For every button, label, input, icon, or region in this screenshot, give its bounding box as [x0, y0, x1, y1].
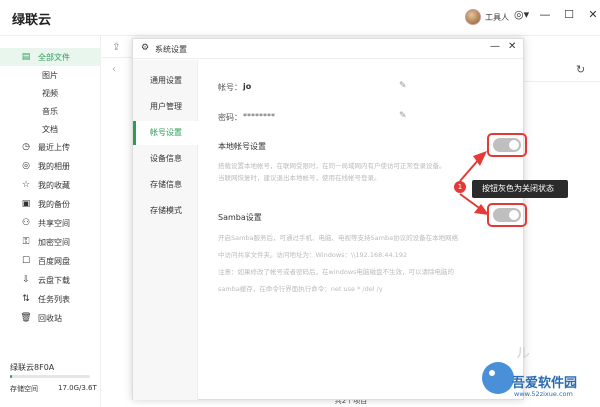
watermark-circle	[482, 362, 514, 394]
user-menu[interactable]: 工具人	[465, 9, 509, 25]
device-name: 绿联云8F0A	[10, 363, 55, 372]
storage-fill	[10, 375, 12, 378]
sidebar-item-videos[interactable]: 视频	[0, 84, 101, 102]
sidebar-item-shared[interactable]: ⚇ 共享空间	[0, 214, 101, 232]
sidebar-item-docs[interactable]: 文档	[0, 120, 101, 138]
dialog-title: 系统设置	[155, 45, 187, 54]
local-account-title: 本地帐号设置	[218, 142, 266, 151]
password-value: ********	[243, 112, 275, 121]
edit-password-icon[interactable]: ✎	[399, 111, 407, 121]
samba-toggle[interactable]	[493, 208, 521, 222]
account-label: 帐号：	[218, 83, 242, 92]
refresh-icon[interactable]: ↻	[576, 63, 585, 76]
toggle-knob	[509, 140, 519, 150]
samba-desc-4: samba缓存，在命令行界面执行命令：net use * /del /y	[218, 285, 383, 293]
clock-icon: ◷	[22, 142, 30, 152]
edit-account-icon[interactable]: ✎	[399, 81, 407, 91]
sidebar-item-backup[interactable]: ▣ 我的备份	[0, 195, 101, 213]
maximize-icon[interactable]: ☐	[562, 8, 576, 21]
account-settings-panel: 帐号： jo ✎ 密码： ******** ✎ 本地帐号设置 搭载设置本地帐号，…	[199, 60, 527, 400]
sidebar-item-download[interactable]: ⇩ 云盘下载	[0, 271, 101, 289]
storage-value: 17.0G/3.6T	[58, 384, 97, 392]
avatar[interactable]	[465, 9, 481, 25]
cloud-drive-icon: ☐	[21, 256, 31, 266]
annotation-tooltip: 按钮灰色为关闭状态	[472, 180, 568, 198]
gear-icon: ⚙	[141, 43, 150, 53]
dialog-minimize-icon[interactable]: —	[490, 41, 500, 52]
tab-device-info[interactable]: 设备信息	[133, 147, 198, 171]
samba-desc-3: 注意：如果修改了帐号或者密码后，在windows电脑磁盘不生效，可以请除电脑的	[218, 268, 455, 276]
minimize-icon[interactable]: —	[538, 8, 552, 21]
star-icon: ☆	[21, 180, 31, 190]
users-icon: ⚇	[21, 218, 31, 228]
backup-icon: ▣	[21, 199, 31, 209]
album-icon: ◎	[22, 161, 30, 171]
user-name[interactable]: 工具人	[485, 12, 509, 23]
local-account-desc-1: 搭载设置本地帐号，在联网受限时，在同一局域网内有户使访可正常登录设备。	[218, 162, 446, 170]
sidebar-item-tasks[interactable]: ⇅ 任务列表	[0, 290, 101, 308]
samba-title: Samba设置	[218, 213, 262, 222]
samba-desc-2: 中访问共享文件夹。访问地址为：Windows：\\192.168.44.192	[218, 251, 408, 259]
sidebar-item-trash[interactable]: 🗑 回收站	[0, 309, 101, 327]
app-title: 绿联云	[12, 13, 52, 28]
back-icon[interactable]: ‹	[112, 64, 116, 75]
sidebar-item-baidu[interactable]: ☐ 百度网盘	[0, 252, 101, 270]
download-icon: ⇩	[22, 275, 30, 285]
tab-storage-mode[interactable]: 存储模式	[133, 199, 198, 223]
toggle-knob	[509, 210, 519, 220]
document-icon: ▤	[21, 52, 31, 62]
close-icon[interactable]: ✕	[586, 8, 600, 21]
transfer-icon: ⇅	[22, 294, 30, 304]
watermark-eye	[489, 370, 495, 376]
sidebar-item-recent[interactable]: ◷ 最近上传	[0, 138, 101, 156]
settings-dialog: ⚙ 系统设置 — ✕ 通用设置 用户管理 帐号设置 设备信息 存储信息 存储模式…	[132, 38, 527, 400]
trash-icon: 🗑	[20, 313, 32, 323]
account-value: jo	[243, 82, 252, 91]
storage-label: 存储空间	[10, 385, 38, 393]
password-label: 密码：	[218, 113, 242, 122]
local-account-toggle[interactable]	[493, 138, 521, 152]
sidebar-item-music[interactable]: 音乐	[0, 102, 101, 120]
share-icon[interactable]: ⇪	[112, 42, 120, 53]
sidebar: ▤ 全部文件 图片 视频 音乐 文档 ◷ 最近上传 ◎ 我的相册 ☆ 我的收藏 ▣ 我的…	[0, 36, 101, 407]
sidebar-item-favorites[interactable]: ☆ 我的收藏	[0, 176, 101, 194]
watermark-faded: ル	[516, 346, 530, 362]
dialog-header: ⚙ 系统设置 — ✕	[133, 39, 523, 59]
main-right-toolbar	[524, 58, 600, 82]
lock-icon: ⚿	[22, 237, 30, 247]
sidebar-item-encrypted[interactable]: ⚿ 加密空间	[0, 233, 101, 251]
samba-desc-1: 开启Samba服务后，可通过手机、电脑、电视等支持Samba协议的设备在本地网络	[218, 234, 459, 242]
tab-account[interactable]: 帐号设置	[133, 121, 198, 145]
watermark-title: 吾爱软件园	[512, 376, 578, 391]
tab-users[interactable]: 用户管理	[133, 95, 198, 119]
tab-storage-info[interactable]: 存储信息	[133, 173, 198, 197]
sidebar-item-images[interactable]: 图片	[0, 66, 101, 84]
tab-general[interactable]: 通用设置	[133, 69, 198, 93]
settings-nav: 通用设置 用户管理 帐号设置 设备信息 存储信息 存储模式	[133, 60, 198, 400]
sidebar-item-album[interactable]: ◎ 我的相册	[0, 157, 101, 175]
dialog-close-icon[interactable]: ✕	[508, 41, 516, 52]
storage-bar	[10, 375, 90, 378]
watermark-url: www.52zixue.com	[514, 390, 573, 398]
step-badge: 1	[454, 181, 466, 193]
sidebar-item-all-files[interactable]: ▤ 全部文件	[0, 48, 101, 66]
window-controls: ◎▾ — ☐ ✕	[514, 8, 600, 21]
settings-menu-icon[interactable]: ◎▾	[514, 8, 529, 21]
title-bar: 绿联云 工具人 ◎▾ — ☐ ✕	[0, 0, 600, 36]
